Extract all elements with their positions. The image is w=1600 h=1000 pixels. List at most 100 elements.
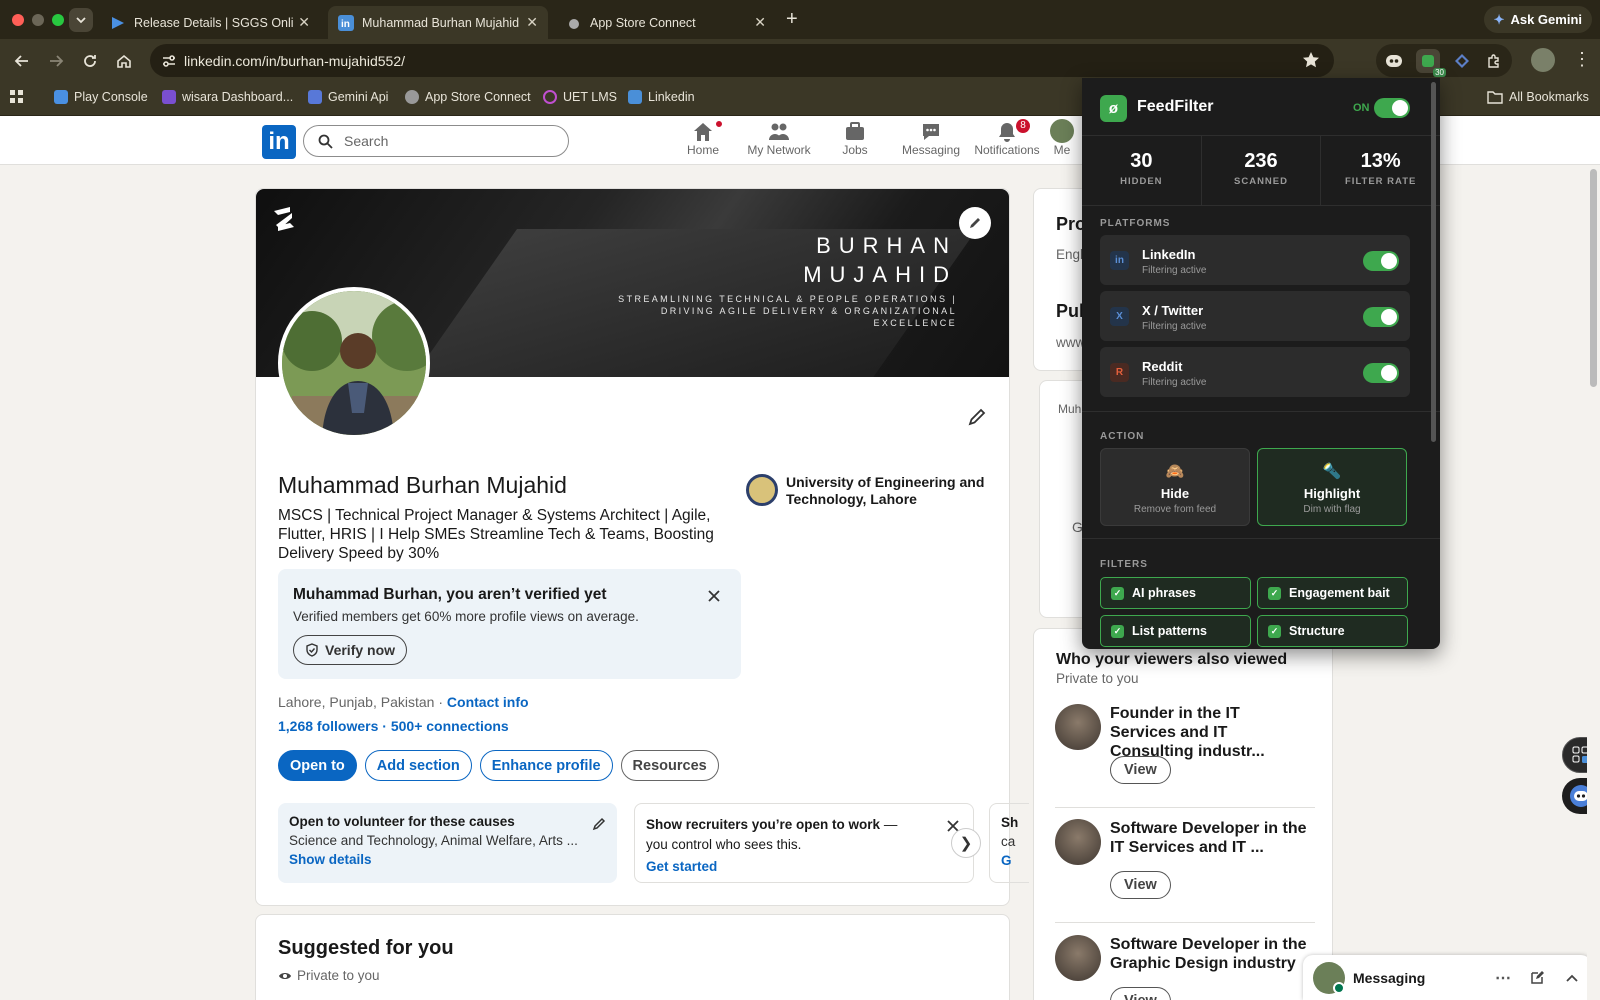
nav-messaging[interactable]: Messaging [888,119,974,157]
contact-info-link[interactable]: Contact info [447,694,529,710]
tile-title: Open to volunteer for these causes [289,814,515,829]
linkedin-logo[interactable]: in [262,125,296,159]
viewer-title[interactable]: Founder in the IT Services and IT Consul… [1110,704,1310,761]
bookmark-label: Play Console [74,90,148,104]
section-divider [1082,538,1440,539]
bookmark-gemini-api[interactable]: Gemini Api [308,90,388,104]
add-section-button[interactable]: Add section [364,750,472,781]
bookmark-wisara[interactable]: wisara Dashboard... [162,90,293,104]
action-highlight-option[interactable]: 🔦 Highlight Dim with flag [1257,448,1407,526]
nav-me[interactable]: Me [1040,119,1084,157]
tab-app-store-connect[interactable]: App Store Connect ✕ [556,6,776,39]
viewer-title[interactable]: Software Developer in the Graphic Design… [1110,935,1310,973]
connections-link[interactable]: 500+ connections [391,718,509,734]
nav-home[interactable]: Home [660,119,746,157]
tab-linkedin-profile[interactable]: in Muhammad Burhan Mujahid | LinkedIn ✕ [328,6,548,39]
show-details-link[interactable]: Show details [289,852,606,867]
more-options-icon[interactable]: ⋯ [1495,968,1511,988]
view-button[interactable]: View [1110,871,1171,899]
diamond-extension-button[interactable] [1450,49,1474,73]
blurred-avatar [1055,819,1101,865]
all-bookmarks-button[interactable]: All Bookmarks [1487,90,1589,104]
diamond-icon [1455,54,1469,68]
filter-engagement-bait[interactable]: ✓ Engagement bait [1257,577,1408,609]
bookmark-uet-lms[interactable]: UET LMS [543,90,617,104]
edit-banner-button[interactable] [959,207,991,239]
address-bar[interactable]: linkedin.com/in/burhan-mujahid552/ [150,44,1334,77]
nav-notifications[interactable]: 8 Notifications [964,119,1050,157]
chevron-up-icon[interactable] [1565,971,1579,985]
nav-my-network[interactable]: My Network [736,119,822,157]
get-started-link[interactable]: Get started [646,859,962,874]
view-button[interactable]: View [1110,756,1171,784]
tab-search-button[interactable] [69,8,93,32]
close-tab-icon[interactable]: ✕ [526,14,538,31]
extensions-menu-button[interactable] [1482,49,1506,73]
platform-toggle[interactable] [1363,251,1399,271]
view-button[interactable]: View [1110,987,1171,1000]
action-hide-option[interactable]: 🙈 Hide Remove from feed [1100,448,1250,526]
ask-gemini-button[interactable]: ✦ Ask Gemini [1483,6,1592,33]
popup-scrollbar-thumb[interactable] [1431,82,1436,442]
play-console-icon [112,16,124,29]
enhance-profile-button[interactable]: Enhance profile [479,750,613,781]
bookmark-linkedin[interactable]: Linkedin [628,90,695,104]
browser-menu-icon[interactable]: ⋮ [1573,49,1591,69]
extensions-area: 30 [1376,44,1512,77]
minimize-window-button[interactable] [32,14,44,26]
scrollbar-thumb[interactable] [1590,169,1597,387]
tile-title: Sh [1001,815,1019,830]
close-tab-icon[interactable]: ✕ [298,14,310,31]
public-url-value: www [1056,335,1086,350]
stat-scanned: 236 SCANNED [1202,136,1322,205]
filter-list-patterns[interactable]: ✓ List patterns [1100,615,1251,647]
tab-release-details[interactable]: Release Details | SGGS Online ✕ [100,6,320,39]
close-icon[interactable] [707,589,721,603]
compose-icon[interactable] [1529,970,1545,986]
filter-structure[interactable]: ✓ Structure [1257,615,1408,647]
edit-intro-button[interactable] [967,407,987,427]
home-button[interactable] [113,50,135,72]
resources-button[interactable]: Resources [620,750,719,781]
feedfilter-extension-button[interactable]: 30 [1416,49,1446,77]
tile-link[interactable]: G [1001,853,1029,868]
verify-now-button[interactable]: Verify now [293,635,408,665]
forward-button[interactable] [45,50,67,72]
close-window-button[interactable] [12,14,24,26]
messaging-overlay[interactable]: Messaging ⋯ [1303,955,1591,1000]
search-input[interactable]: Search [303,125,569,157]
bookmark-app-store-connect[interactable]: App Store Connect [405,90,531,104]
zoom-window-button[interactable] [52,14,64,26]
education-link[interactable]: University of Engineering and Technology… [746,474,986,508]
carousel-next-button[interactable]: ❯ [951,828,981,858]
pencil-icon[interactable] [592,817,606,831]
filter-ai-phrases[interactable]: ✓ AI phrases [1100,577,1251,609]
bot-extension-button[interactable] [1382,49,1406,73]
new-tab-button[interactable]: + [786,8,798,31]
bookmark-play-console[interactable]: Play Console [54,90,148,104]
page-scrollbar[interactable] [1587,165,1600,1000]
close-tab-icon[interactable]: ✕ [754,14,766,31]
followers-link[interactable]: 1,268 followers [278,718,378,734]
nav-jobs[interactable]: Jobs [812,119,898,157]
platform-toggle[interactable] [1363,307,1399,327]
volunteer-tile: Open to volunteer for these causes Scien… [278,803,617,883]
stat-label: SCANNED [1234,176,1288,187]
platform-linkedin: in LinkedIn Filtering active [1100,235,1410,285]
apps-grid-icon[interactable] [10,90,24,104]
reload-button[interactable] [79,50,101,72]
profile-photo[interactable] [278,287,430,439]
platform-x-twitter: X X / Twitter Filtering active [1100,291,1410,341]
platform-toggle[interactable] [1363,363,1399,383]
site-info-icon[interactable] [161,53,177,69]
profile-avatar-button[interactable] [1531,48,1555,72]
open-to-button[interactable]: Open to [278,750,357,781]
action-section-label: ACTION [1100,431,1145,442]
profile-actions: Open to Add section Enhance profile Reso… [278,750,719,781]
back-button[interactable] [11,50,33,72]
viewer-title[interactable]: Software Developer in the IT Services an… [1110,819,1310,857]
banner-name: BURHAN MUJAHID [803,231,957,289]
bookmark-star-icon[interactable] [1302,51,1320,69]
location-text: Lahore, Punjab, Pakistan [278,694,435,710]
master-toggle[interactable] [1374,98,1410,118]
